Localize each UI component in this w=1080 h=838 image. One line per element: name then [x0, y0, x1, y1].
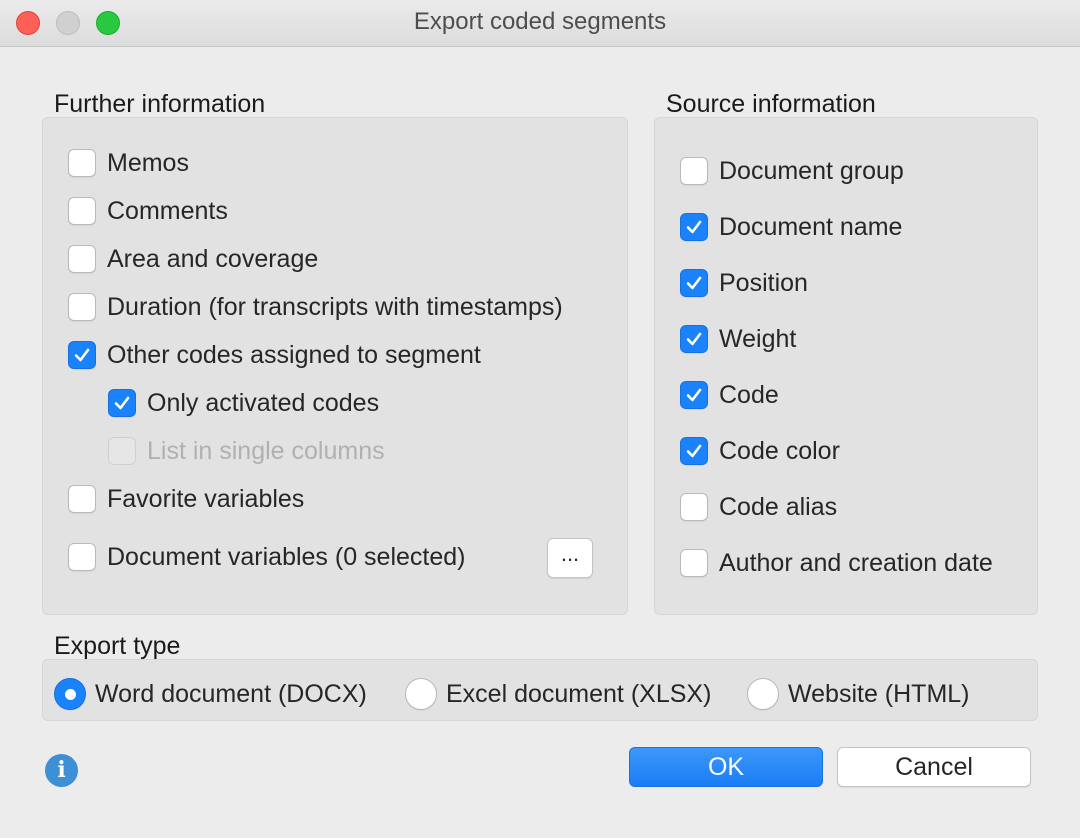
list-single-columns-checkbox — [108, 437, 136, 465]
document-group-label: Document group — [719, 156, 904, 185]
window-title: Export coded segments — [413, 8, 667, 35]
author-creation-date-checkbox[interactable] — [680, 549, 708, 577]
document-group-option[interactable]: Document group — [680, 154, 904, 188]
document-variables-option[interactable]: Document variables (0 selected) — [68, 540, 466, 574]
code-option[interactable]: Code — [680, 378, 779, 412]
code-color-checkbox[interactable] — [680, 437, 708, 465]
duration-option[interactable]: Duration (for transcripts with timestamp… — [68, 290, 563, 324]
favorite-variables-checkbox[interactable] — [68, 485, 96, 513]
export-docx-option[interactable]: Word document (DOCX) — [54, 676, 367, 712]
export-coded-segments-dialog: Export coded segments Further informatio… — [0, 0, 1080, 838]
list-single-columns-label: List in single columns — [147, 436, 385, 465]
memos-option[interactable]: Memos — [68, 146, 189, 180]
further-information-label: Further information — [54, 90, 266, 118]
duration-label: Duration (for transcripts with timestamp… — [107, 292, 563, 321]
export-type-label: Export type — [54, 632, 181, 660]
export-docx-label: Word document (DOCX) — [95, 679, 367, 708]
other-codes-option[interactable]: Other codes assigned to segment — [68, 338, 481, 372]
export-xlsx-radio[interactable] — [405, 678, 437, 710]
duration-checkbox[interactable] — [68, 293, 96, 321]
document-name-option[interactable]: Document name — [680, 210, 902, 244]
comments-option[interactable]: Comments — [68, 194, 228, 228]
document-name-label: Document name — [719, 212, 903, 241]
document-group-checkbox[interactable] — [680, 157, 708, 185]
info-icon[interactable]: i — [45, 754, 78, 787]
weight-label: Weight — [719, 324, 797, 353]
author-creation-date-label: Author and creation date — [719, 548, 993, 577]
position-checkbox[interactable] — [680, 269, 708, 297]
area-coverage-label: Area and coverage — [107, 244, 319, 273]
select-document-variables-button[interactable]: ... — [547, 538, 593, 578]
title-bar: Export coded segments — [0, 0, 1080, 47]
favorite-variables-label: Favorite variables — [107, 484, 305, 513]
position-option[interactable]: Position — [680, 266, 808, 300]
memos-label: Memos — [107, 148, 189, 177]
comments-checkbox[interactable] — [68, 197, 96, 225]
checkmark-icon — [686, 444, 702, 458]
memos-checkbox[interactable] — [68, 149, 96, 177]
only-activated-codes-option[interactable]: Only activated codes — [108, 386, 379, 420]
area-coverage-checkbox[interactable] — [68, 245, 96, 273]
checkmark-icon — [74, 348, 90, 362]
document-name-checkbox[interactable] — [680, 213, 708, 241]
position-label: Position — [719, 268, 808, 297]
export-xlsx-option[interactable]: Excel document (XLSX) — [405, 676, 711, 712]
code-label: Code — [719, 380, 779, 409]
cancel-button[interactable]: Cancel — [837, 747, 1031, 787]
weight-checkbox[interactable] — [680, 325, 708, 353]
list-single-columns-option: List in single columns — [108, 434, 385, 468]
code-alias-checkbox[interactable] — [680, 493, 708, 521]
checkmark-icon — [686, 332, 702, 346]
source-information-group — [654, 117, 1038, 615]
ok-button[interactable]: OK — [629, 747, 823, 787]
weight-option[interactable]: Weight — [680, 322, 796, 356]
checkmark-icon — [686, 388, 702, 402]
export-html-option[interactable]: Website (HTML) — [747, 676, 970, 712]
author-creation-date-option[interactable]: Author and creation date — [680, 546, 993, 580]
only-activated-codes-checkbox[interactable] — [108, 389, 136, 417]
code-alias-label: Code alias — [719, 492, 838, 521]
export-html-label: Website (HTML) — [788, 679, 970, 708]
export-xlsx-label: Excel document (XLSX) — [446, 679, 712, 708]
only-activated-codes-label: Only activated codes — [147, 388, 380, 417]
other-codes-label: Other codes assigned to segment — [107, 340, 481, 369]
other-codes-checkbox[interactable] — [68, 341, 96, 369]
export-html-radio[interactable] — [747, 678, 779, 710]
export-docx-radio[interactable] — [54, 678, 86, 710]
checkmark-icon — [686, 276, 702, 290]
document-variables-label: Document variables (0 selected) — [107, 542, 466, 571]
code-color-label: Code color — [719, 436, 840, 465]
source-information-label: Source information — [666, 90, 876, 118]
code-alias-option[interactable]: Code alias — [680, 490, 837, 524]
area-coverage-option[interactable]: Area and coverage — [68, 242, 318, 276]
document-variables-checkbox[interactable] — [68, 543, 96, 571]
checkmark-icon — [114, 396, 130, 410]
code-checkbox[interactable] — [680, 381, 708, 409]
checkmark-icon — [686, 220, 702, 234]
comments-label: Comments — [107, 196, 228, 225]
code-color-option[interactable]: Code color — [680, 434, 840, 468]
favorite-variables-option[interactable]: Favorite variables — [68, 482, 304, 516]
